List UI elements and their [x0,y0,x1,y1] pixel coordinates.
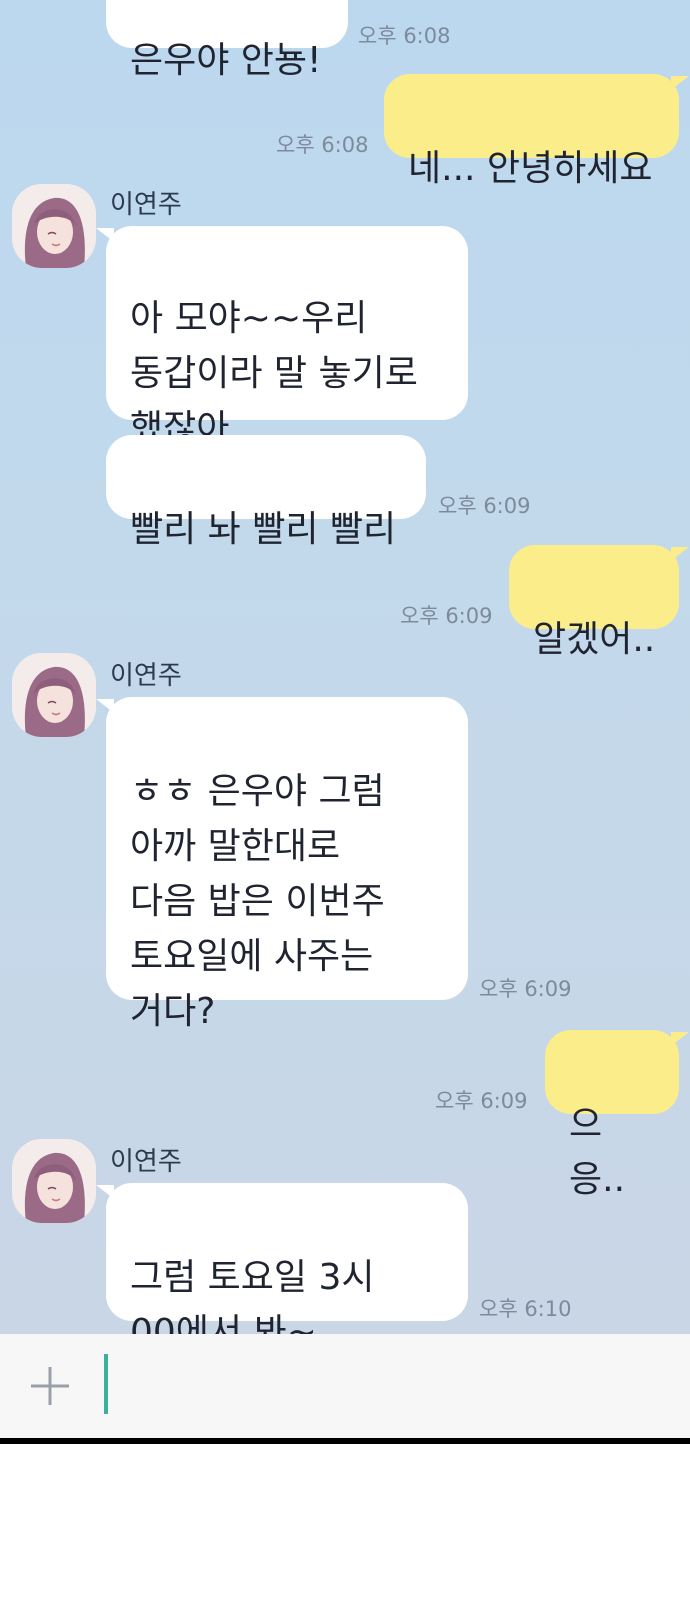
message-bubble-outgoing[interactable]: 으응.. [545,1030,689,1200]
message-time: 오후 6:09 [400,604,493,628]
sender-name: 이연주 [110,190,182,220]
message-time: 오후 6:09 [479,977,572,1001]
avatar-portrait-icon [12,1139,96,1223]
message-bubble-incoming[interactable]: ㅎㅎ 은우야 그럼 아까 말한대로 다음 밥은 이번주 토요일에 사주는 거다? [96,697,468,1032]
message-text: ㅎㅎ 은우야 그럼 아까 말한대로 다음 밥은 이번주 토요일에 사주는 거다? [130,771,385,1032]
text-cursor [104,1354,108,1414]
message-text: 빨리 놔 빨리 빨리 [130,509,397,550]
sender-name: 이연주 [110,661,182,691]
message-input-bar [0,1334,690,1438]
plus-icon[interactable] [28,1364,72,1408]
message-text: 아 모야~~우리 동갑이라 말 놓기로 했잖아 [130,298,418,449]
message-text: 네... 안녕하세요 [408,148,653,189]
message-time: 오후 6:09 [438,494,531,518]
message-time: 오후 6:09 [435,1089,528,1113]
sender-name: 이연주 [110,1147,182,1177]
message-bubble-incoming[interactable]: 빨리 놔 빨리 빨리 [106,435,426,550]
message-bubble-incoming[interactable]: 아 모야~~우리 동갑이라 말 놓기로 했잖아 [96,226,468,449]
message-time: 오후 6:08 [276,133,369,157]
message-time: 오후 6:08 [358,24,451,48]
contact-avatar[interactable] [12,1139,96,1223]
message-bubble-outgoing[interactable]: 알겠어.. [509,545,689,660]
message-time: 오후 6:10 [479,1297,572,1321]
contact-avatar[interactable] [12,653,96,737]
message-text: 으응.. [569,1104,626,1200]
avatar-portrait-icon [12,184,96,268]
message-text: 은우야 안뇽! [130,40,322,81]
message-bubble-incoming[interactable]: 은우야 안뇽! [106,0,348,81]
message-bubble-outgoing[interactable]: 네... 안녕하세요 [384,74,689,189]
contact-avatar[interactable] [12,184,96,268]
chat-area: 은우야 안뇽! 오후 6:08 네... 안녕하세요 오후 6:08 이연주 아… [0,0,690,1334]
message-text: 그럼 토요일 3시 00에서 봐~ [130,1257,375,1334]
message-input[interactable] [96,1344,676,1428]
avatar-portrait-icon [12,653,96,737]
divider [0,1438,690,1444]
message-bubble-incoming[interactable]: 그럼 토요일 3시 00에서 봐~ [96,1183,468,1334]
message-text: 알겠어.. [533,619,656,660]
